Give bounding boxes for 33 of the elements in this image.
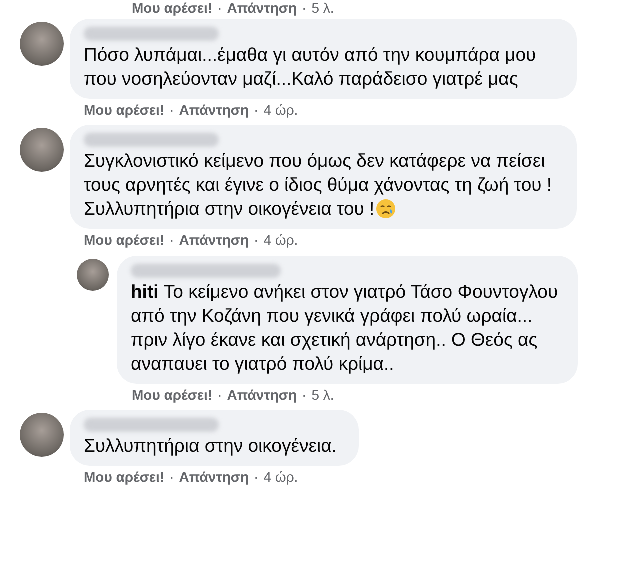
- action-link[interactable]: Μου αρέσει!: [132, 0, 213, 17]
- action-link[interactable]: Μου αρέσει!: [132, 387, 213, 403]
- action-link[interactable]: Απάντηση: [227, 0, 298, 17]
- avatar-placeholder[interactable]: [20, 128, 64, 172]
- separator-dot: ·: [254, 232, 259, 248]
- timestamp: 5 λ.: [312, 387, 334, 403]
- action-link[interactable]: Μου αρέσει!: [84, 102, 165, 118]
- comment-text: Πόσο λυπάμαι...έμαθα γι αυτόν από την κουμπάρα μου που νοσηλεύονταν μαζί...Καλό παράδεισο γιατρέ μας: [84, 44, 536, 89]
- timestamp: 4 ώρ.: [264, 232, 298, 248]
- comment-text: Συλλυπητήρια στην οικογένεια.: [84, 435, 337, 456]
- action-link[interactable]: Μου αρέσει!: [84, 232, 165, 248]
- separator-dot: ·: [170, 469, 174, 485]
- separator-dot: ·: [302, 0, 307, 17]
- avatar-placeholder[interactable]: [77, 259, 109, 291]
- separator-dot: ·: [218, 387, 222, 403]
- separator-dot: ·: [218, 0, 222, 17]
- separator-dot: ·: [170, 102, 174, 118]
- action-link[interactable]: Απάντηση: [179, 232, 250, 248]
- avatar-placeholder[interactable]: [20, 413, 64, 457]
- avatar-placeholder[interactable]: [20, 22, 64, 66]
- comment-text: Συγκλονιστικό κείμενο που όμως δεν κατάφερε να πείσει τους αρνητές και έγινε ο ίδιος θύμα χάνοντας τη ζωή του ! Συλλυπητήρια στην οικογένεια του !: [84, 150, 552, 219]
- action-link[interactable]: Απάντηση: [179, 102, 250, 118]
- separator-dot: ·: [254, 102, 259, 118]
- separator-dot: ·: [170, 232, 174, 248]
- separator-dot: ·: [254, 469, 259, 485]
- action-link[interactable]: Μου αρέσει!: [84, 469, 165, 485]
- action-link[interactable]: Απάντηση: [227, 387, 298, 403]
- timestamp: 4 ώρ.: [264, 469, 298, 485]
- action-link[interactable]: Απάντηση: [179, 469, 250, 485]
- separator-dot: ·: [302, 387, 307, 403]
- timestamp: 5 λ.: [312, 0, 334, 17]
- comment-text: hiti Το κείμενο ανήκει στον γιατρό Τάσο Φουντογλου από την Κοζάνη που γενικά γράφει πολύ ωραία... πριν λίγο έκανε και σχετική ανάρτηση.. Ο Θεός ας αναπαυει το γιατρό πολύ κρίμα..: [131, 281, 558, 374]
- timestamp: 4 ώρ.: [264, 102, 298, 118]
